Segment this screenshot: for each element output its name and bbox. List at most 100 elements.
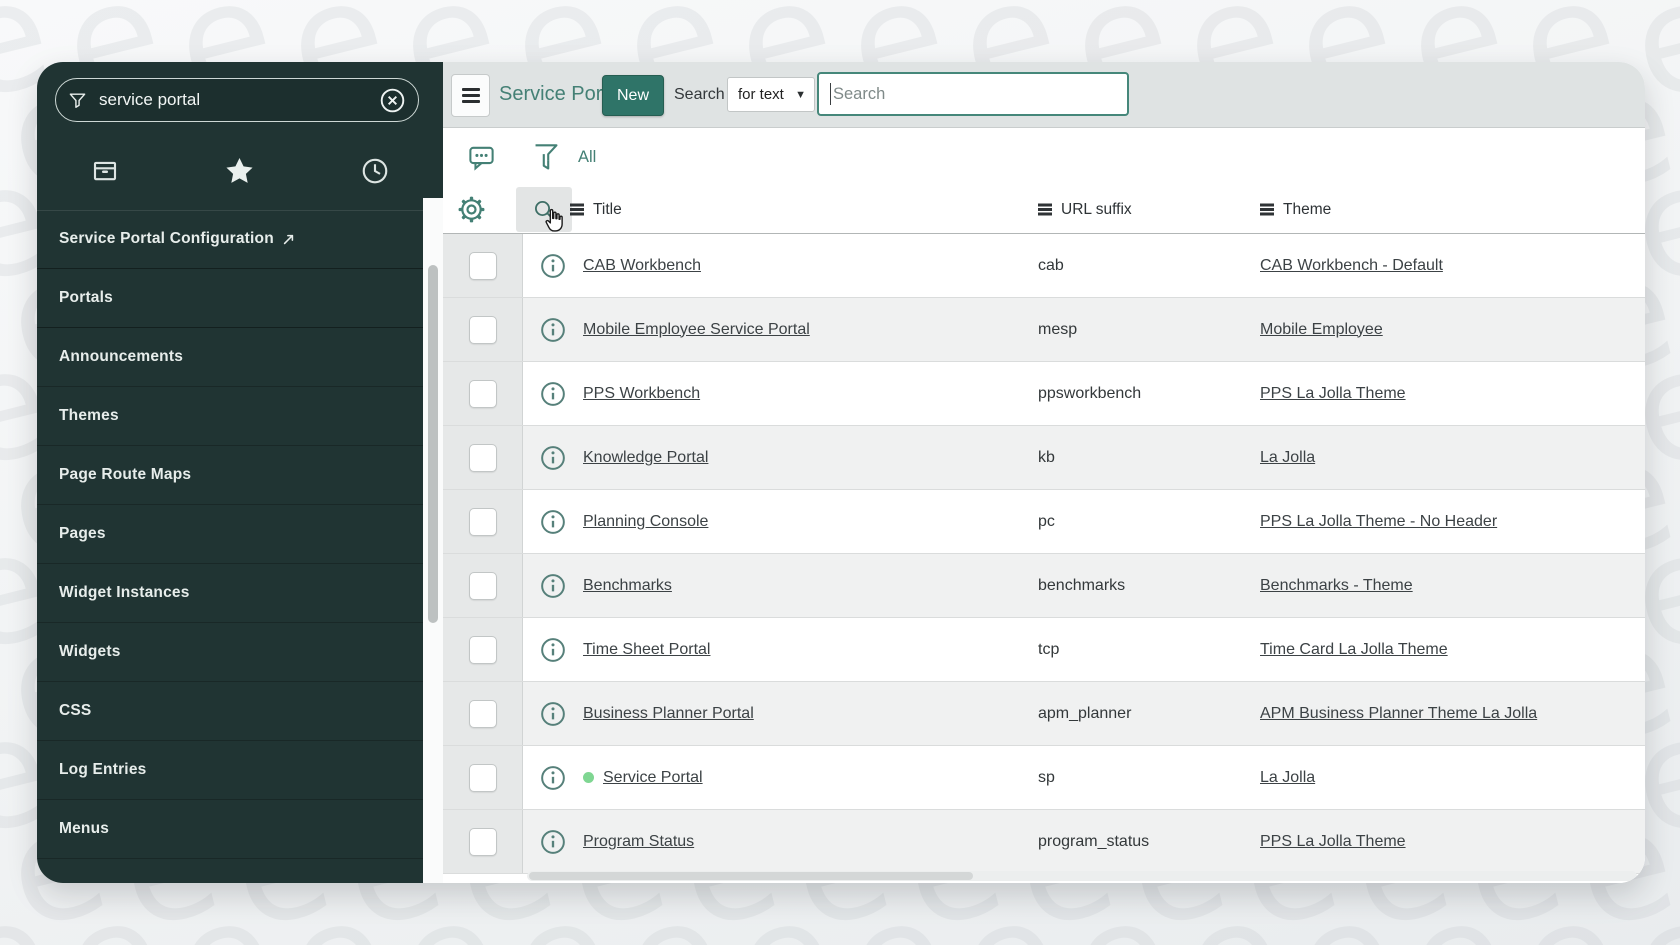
row-info-cell — [523, 682, 583, 745]
info-icon[interactable] — [539, 700, 567, 728]
column-header-title[interactable]: Title — [570, 186, 622, 233]
sidebar-scrollbar-thumb[interactable] — [428, 265, 438, 623]
row-theme-cell: La Jolla — [1260, 426, 1645, 489]
row-info-cell — [523, 362, 583, 425]
theme-link[interactable]: Benchmarks - Theme — [1260, 577, 1413, 595]
title-link[interactable]: CAB Workbench — [583, 257, 701, 275]
column-search-toggle[interactable] — [516, 187, 572, 232]
horizontal-scrollbar[interactable] — [527, 871, 1637, 881]
sidebar-nav-item[interactable]: Widget Instances — [37, 564, 423, 623]
row-checkbox[interactable] — [469, 572, 497, 600]
clear-filter-icon[interactable] — [379, 87, 406, 114]
row-checkbox[interactable] — [469, 764, 497, 792]
navigator-filter[interactable] — [55, 78, 419, 122]
list-context-menu-button[interactable] — [451, 74, 490, 117]
row-checkbox[interactable] — [469, 700, 497, 728]
tab-favorites[interactable] — [172, 132, 307, 210]
row-info-cell — [523, 298, 583, 361]
app-window: Service Portal Configuration Portals Ann… — [37, 62, 1645, 883]
row-url-suffix-cell: tcp — [1038, 618, 1260, 681]
theme-link[interactable]: La Jolla — [1260, 769, 1315, 787]
sidebar-nav-item[interactable]: Page Route Maps — [37, 446, 423, 505]
row-title-cell: Service Portal — [583, 746, 1038, 809]
info-icon[interactable] — [539, 316, 567, 344]
sidebar-nav-item[interactable]: Announcements — [37, 328, 423, 387]
row-theme-cell: Benchmarks - Theme — [1260, 554, 1645, 617]
row-checkbox[interactable] — [469, 508, 497, 536]
breadcrumb-all[interactable]: All — [578, 128, 596, 186]
theme-link[interactable]: APM Business Planner Theme La Jolla — [1260, 705, 1537, 723]
theme-link[interactable]: Time Card La Jolla Theme — [1260, 641, 1448, 659]
info-icon[interactable] — [539, 444, 567, 472]
url-suffix-text: ppsworkbench — [1038, 385, 1141, 403]
sidebar-nav-item[interactable]: CSS — [37, 682, 423, 741]
comments-bubble-icon[interactable] — [467, 143, 496, 172]
theme-link[interactable]: CAB Workbench - Default — [1260, 257, 1443, 275]
sidebar-item-label: Page Route Maps — [59, 466, 191, 484]
theme-link[interactable]: PPS La Jolla Theme - No Header — [1260, 513, 1497, 531]
search-input[interactable] — [831, 84, 1127, 105]
sidebar-nav-item[interactable]: Pages — [37, 505, 423, 564]
url-suffix-text: sp — [1038, 769, 1055, 787]
all-applications-box-icon — [90, 156, 120, 186]
row-theme-cell: Time Card La Jolla Theme — [1260, 618, 1645, 681]
navigator-tabs — [37, 132, 443, 211]
info-icon[interactable] — [539, 508, 567, 536]
sidebar-nav-item[interactable]: Widgets — [37, 623, 423, 682]
sidebar-scrollbar[interactable] — [423, 198, 443, 883]
row-title-cell: PPS Workbench — [583, 362, 1038, 425]
new-button[interactable]: New — [602, 75, 664, 116]
navigator-filter-input[interactable] — [97, 89, 379, 111]
row-url-suffix-cell: sp — [1038, 746, 1260, 809]
info-icon[interactable] — [539, 572, 567, 600]
sidebar-nav-item[interactable]: Themes — [37, 387, 423, 446]
navigator-results: Service Portal Configuration Portals Ann… — [37, 210, 423, 859]
sidebar-item-label: Widget Instances — [59, 584, 190, 602]
theme-link[interactable]: PPS La Jolla Theme — [1260, 385, 1406, 403]
title-link[interactable]: Program Status — [583, 833, 694, 851]
table-row: Program Status program_status PPS La Jol… — [443, 810, 1645, 874]
row-checkbox[interactable] — [469, 636, 497, 664]
row-info-cell — [523, 746, 583, 809]
row-checkbox[interactable] — [469, 828, 497, 856]
theme-link[interactable]: Mobile Employee — [1260, 321, 1383, 339]
row-checkbox[interactable] — [469, 252, 497, 280]
title-link[interactable]: Service Portal — [603, 769, 703, 787]
info-icon[interactable] — [539, 828, 567, 856]
info-icon[interactable] — [539, 380, 567, 408]
screen: eeeeeeeeeeeeeeeeeeeeeeeeeeeeeeeeeeeeeeee… — [0, 0, 1680, 945]
column-header-url-suffix[interactable]: URL suffix — [1038, 186, 1132, 233]
horizontal-scrollbar-thumb[interactable] — [529, 872, 973, 880]
row-checkbox[interactable] — [469, 380, 497, 408]
theme-link[interactable]: PPS La Jolla Theme — [1260, 833, 1406, 851]
row-theme-cell: APM Business Planner Theme La Jolla — [1260, 682, 1645, 745]
info-icon[interactable] — [539, 764, 567, 792]
row-select-cell — [443, 554, 523, 617]
title-link[interactable]: Time Sheet Portal — [583, 641, 710, 659]
search-type-select[interactable]: for text ▼ — [727, 77, 815, 112]
title-link[interactable]: PPS Workbench — [583, 385, 700, 403]
personalize-gear-icon[interactable] — [456, 194, 487, 225]
sidebar-nav-item[interactable]: Portals — [37, 269, 423, 328]
sidebar-nav-item[interactable]: Menus — [37, 800, 423, 859]
tab-all-applications[interactable] — [37, 132, 172, 210]
chevron-down-icon: ▼ — [795, 89, 806, 101]
row-select-cell — [443, 426, 523, 489]
list-search-field — [817, 72, 1129, 116]
title-link[interactable]: Benchmarks — [583, 577, 672, 595]
row-checkbox[interactable] — [469, 316, 497, 344]
sidebar-nav-item[interactable]: Log Entries — [37, 741, 423, 800]
info-icon[interactable] — [539, 636, 567, 664]
title-link[interactable]: Planning Console — [583, 513, 708, 531]
portal-table: CAB Workbench cab CAB Workbench - Defaul… — [443, 234, 1645, 883]
info-icon[interactable] — [539, 252, 567, 280]
sidebar-item-service-portal-configuration[interactable]: Service Portal Configuration — [37, 210, 423, 269]
list-filter-funnel-icon[interactable] — [531, 141, 561, 173]
title-link[interactable]: Knowledge Portal — [583, 449, 708, 467]
title-link[interactable]: Mobile Employee Service Portal — [583, 321, 810, 339]
url-suffix-text: cab — [1038, 257, 1064, 275]
title-link[interactable]: Business Planner Portal — [583, 705, 754, 723]
theme-link[interactable]: La Jolla — [1260, 449, 1315, 467]
row-checkbox[interactable] — [469, 444, 497, 472]
column-header-theme[interactable]: Theme — [1260, 186, 1331, 233]
